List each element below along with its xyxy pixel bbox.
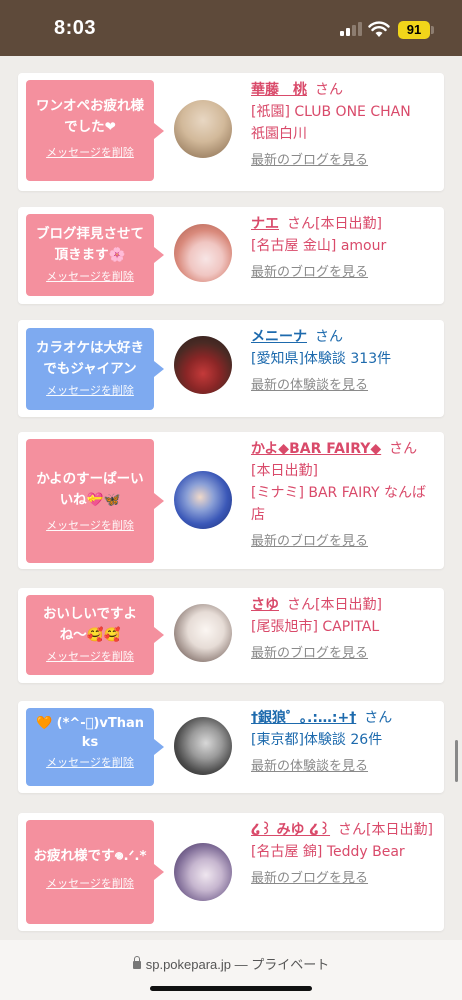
avatar[interactable] <box>174 843 232 901</box>
delete-message-link[interactable]: メッセージを削除 <box>26 268 154 284</box>
honorific: さん <box>315 329 343 345</box>
profile-info: 華藤 桃さん [祇園] CLUB ONE CHAN 祇園白川 最新のブログを見る <box>251 79 437 172</box>
delete-message-link[interactable]: メッセージを削除 <box>26 144 154 160</box>
message-card: 🧡 (*^-ﾟ)vThanks メッセージを削除 †銀狼゜｡.:…:+† さん [… <box>18 701 444 793</box>
profile-info: ໒꒱ みゆ ໒꒱ さん[本日出勤] [名古屋 錦] Teddy Bear 最新のブ… <box>251 819 437 890</box>
honorific: さん[本日出勤] <box>287 216 382 232</box>
latest-blog-link[interactable]: 最新のブログを見る <box>251 531 437 553</box>
message-card: カラオケは大好きでもジャイアン メッセージを削除 メニーナ さん [愛知県]体験談… <box>18 320 444 417</box>
message-bubble: ワンオペお疲れ様でした❤ メッセージを削除 <box>26 80 164 181</box>
profile-name-link[interactable]: さゆ <box>251 597 279 613</box>
message-bubble: おいしいですよね〜🥰🥰 メッセージを削除 <box>26 595 164 675</box>
message-bubble: カラオケは大好きでもジャイアン メッセージを削除 <box>26 328 164 410</box>
shop-line: [尾張旭市] CAPITAL <box>251 619 380 635</box>
shop-line: [名古屋 錦] Teddy Bear <box>251 844 405 860</box>
profile-name-link[interactable]: かよ◆BAR FAIRY◆ <box>251 441 381 457</box>
honorific: さん[本日出勤] <box>338 822 433 838</box>
profile-name-link[interactable]: ໒꒱ みゆ ໒꒱ <box>251 822 330 838</box>
message-card: ブログ拝見させて頂きます🌸 メッセージを削除 ナエ さん[本日出勤] [名古屋 金… <box>18 207 444 304</box>
message-card: お疲れ様です𖦹.ᐟ.* メッセージを削除 ໒꒱ みゆ ໒꒱ さん[本日出勤] [名… <box>18 813 444 931</box>
delete-message-link[interactable]: メッセージを削除 <box>26 754 154 770</box>
address-bar[interactable]: sp.pokepara.jp — プライベート <box>0 954 462 973</box>
profile-name-link[interactable]: メニーナ <box>251 329 307 345</box>
honorific: さん <box>364 710 393 726</box>
delete-message-link[interactable]: メッセージを削除 <box>26 875 154 891</box>
latest-blog-link[interactable]: 最新のブログを見る <box>251 262 437 284</box>
shop-line: [名古屋 金山] amour <box>251 238 387 254</box>
latest-review-link[interactable]: 最新の体験談を見る <box>251 375 437 397</box>
profile-name-link[interactable]: †銀狼゜｡.:…:+† <box>251 710 356 726</box>
delete-message-link[interactable]: メッセージを削除 <box>26 648 154 664</box>
home-indicator[interactable] <box>150 986 312 991</box>
profile-name-link[interactable]: ナエ <box>251 216 279 232</box>
avatar[interactable] <box>174 336 232 394</box>
shop-line: [ミナミ] BAR FAIRY なんば店 <box>251 485 427 523</box>
honorific: さん[本日出勤] <box>287 597 382 613</box>
cellular-signal-icon <box>340 22 362 36</box>
battery-tip <box>431 26 434 34</box>
profile-info: かよ◆BAR FAIRY◆ さん [本日出勤] [ミナミ] BAR FAIRY な… <box>251 438 437 553</box>
honorific: さん <box>389 441 418 457</box>
message-list: ワンオペお疲れ様でした❤ メッセージを削除 華藤 桃さん [祇園] CLUB O… <box>0 56 462 940</box>
scrollbar[interactable] <box>455 740 458 782</box>
status-time: 8:03 <box>54 17 97 39</box>
message-bubble: お疲れ様です𖦹.ᐟ.* メッセージを削除 <box>26 820 164 924</box>
honorific: さん <box>315 82 343 98</box>
profile-info: メニーナ さん [愛知県]体験談 313件 最新の体験談を見る <box>251 326 437 397</box>
avatar[interactable] <box>174 604 232 662</box>
avatar[interactable] <box>174 224 232 282</box>
message-text: おいしいですよね〜🥰🥰 <box>42 606 138 643</box>
message-bubble: ブログ拝見させて頂きます🌸 メッセージを削除 <box>26 214 164 296</box>
message-text: かよのすーぱーいいね💝🦋 <box>36 471 144 508</box>
url-text: sp.pokepara.jp <box>145 957 232 972</box>
message-text: お疲れ様です𖦹.ᐟ.* <box>33 848 147 864</box>
avatar[interactable] <box>174 471 232 529</box>
shop-line: [本日出勤] <box>251 463 318 479</box>
battery-icon: 91 <box>398 21 430 39</box>
lock-icon <box>132 956 141 969</box>
message-text: 🧡 (*^-ﾟ)vThanks <box>35 716 145 750</box>
review-count: [愛知県]体験談 313件 <box>251 351 392 367</box>
latest-blog-link[interactable]: 最新のブログを見る <box>251 643 437 665</box>
profile-name-link[interactable]: 華藤 桃 <box>251 82 307 98</box>
message-card: ワンオペお疲れ様でした❤ メッセージを削除 華藤 桃さん [祇園] CLUB O… <box>18 73 444 191</box>
shop-line: [祇園] CLUB ONE CHAN <box>251 104 411 120</box>
profile-info: ナエ さん[本日出勤] [名古屋 金山] amour 最新のブログを見る <box>251 213 437 284</box>
latest-review-link[interactable]: 最新の体験談を見る <box>251 756 437 778</box>
status-bar: 8:03 91 <box>0 0 462 56</box>
profile-info: †銀狼゜｡.:…:+† さん [東京都]体験談 26件 最新の体験談を見る <box>251 707 437 778</box>
review-count: [東京都]体験談 26件 <box>251 732 383 748</box>
message-text: ワンオペお疲れ様でした❤ <box>36 98 144 135</box>
profile-info: さゆ さん[本日出勤] [尾張旭市] CAPITAL 最新のブログを見る <box>251 594 437 665</box>
avatar[interactable] <box>174 717 232 775</box>
message-text: ブログ拝見させて頂きます🌸 <box>36 226 144 263</box>
message-text: カラオケは大好きでもジャイアン <box>36 340 144 377</box>
latest-blog-link[interactable]: 最新のブログを見る <box>251 150 437 172</box>
delete-message-link[interactable]: メッセージを削除 <box>26 517 154 533</box>
shop-line: 祇園白川 <box>251 126 307 142</box>
privacy-label: プライベート <box>251 957 330 972</box>
avatar[interactable] <box>174 100 232 158</box>
message-bubble: かよのすーぱーいいね💝🦋 メッセージを削除 <box>26 439 164 563</box>
latest-blog-link[interactable]: 最新のブログを見る <box>251 868 437 890</box>
url-separator: — <box>231 957 252 972</box>
delete-message-link[interactable]: メッセージを削除 <box>26 382 154 398</box>
message-card: かよのすーぱーいいね💝🦋 メッセージを削除 かよ◆BAR FAIRY◆ さん [本… <box>18 432 444 569</box>
browser-bottom-bar: sp.pokepara.jp — プライベート <box>0 940 462 1000</box>
message-card: おいしいですよね〜🥰🥰 メッセージを削除 さゆ さん[本日出勤] [尾張旭市] C… <box>18 588 444 683</box>
wifi-icon <box>368 21 390 37</box>
message-bubble: 🧡 (*^-ﾟ)vThanks メッセージを削除 <box>26 708 164 786</box>
